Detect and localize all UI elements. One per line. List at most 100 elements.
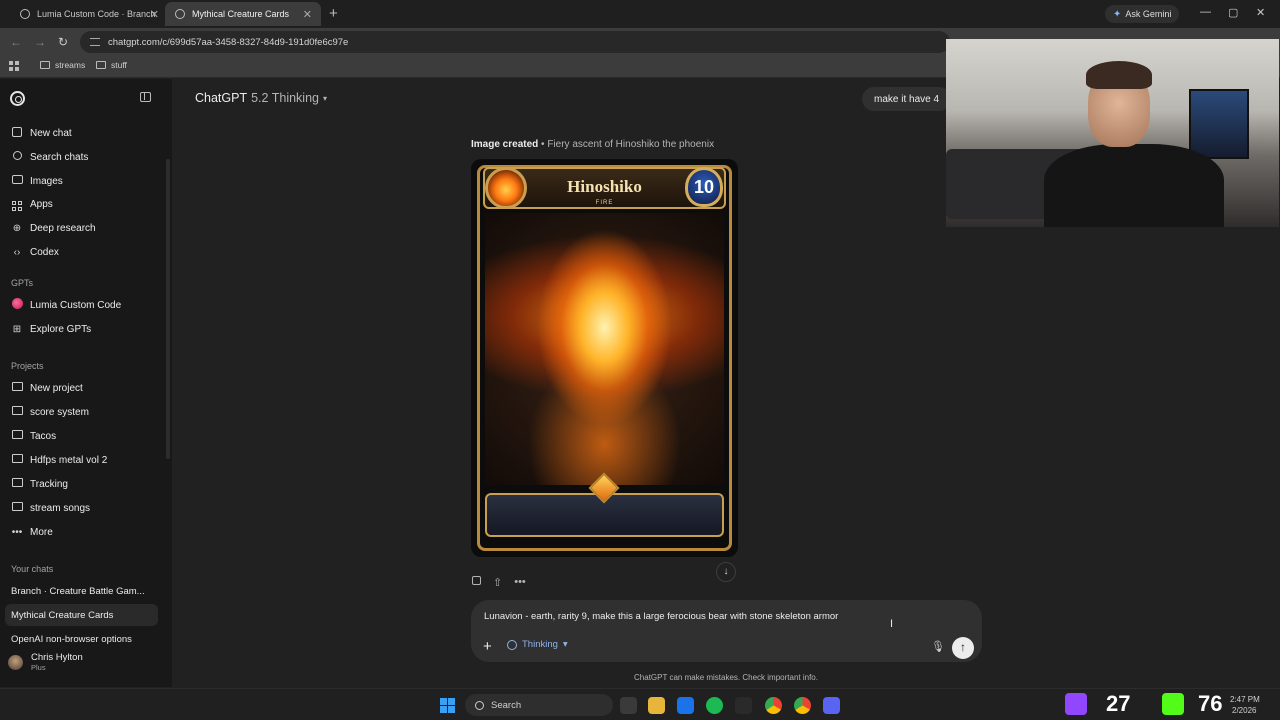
clock-time[interactable]: 2:47 PM [1230, 695, 1260, 704]
taskbar-search-label: Search [491, 699, 522, 711]
sidebar-item-new-chat[interactable]: New chat [5, 122, 165, 144]
sidebar: New chat Search chats Images Apps ⊕ Deep… [0, 79, 172, 687]
apps-grid-icon[interactable] [9, 61, 19, 71]
sidebar-item-label: More [30, 526, 53, 538]
avatar [8, 654, 23, 670]
calendar-app-icon[interactable] [677, 697, 694, 714]
close-window-icon[interactable]: ✕ [1256, 6, 1265, 19]
chrome-icon[interactable] [794, 697, 811, 714]
folder-icon [11, 478, 23, 487]
chatgpt-logo-icon[interactable] [10, 91, 25, 106]
kick-icon[interactable] [1162, 693, 1184, 715]
apps-icon [12, 201, 22, 211]
sidebar-item-label: Tacos [30, 430, 57, 442]
streamer-shirt [1044, 144, 1224, 227]
user-message-text: make it have 4 [874, 93, 940, 105]
user-account-button[interactable]: Chris Hylton Plus [8, 652, 83, 672]
text-cursor-icon: I [890, 618, 894, 630]
gemini-sparkle-icon: ✦ [1113, 8, 1122, 20]
more-options-icon[interactable]: ••• [514, 576, 526, 589]
sidebar-item-label: Search chats [30, 151, 89, 163]
sidebar-item-explore-gpts[interactable]: ⊞ Explore GPTs [5, 318, 165, 340]
sidebar-item-more[interactable]: ••• More [5, 521, 165, 543]
sidebar-item-deep-research[interactable]: ⊕ Deep research [5, 217, 165, 239]
sidebar-item-label: Lumia Custom Code [30, 299, 122, 311]
thinking-icon [507, 639, 517, 650]
composer-input[interactable]: Lunavion - earth, rarity 9, make this a … [484, 611, 838, 622]
sidebar-toggle-icon[interactable] [140, 92, 151, 102]
sidebar-item-lumia-custom-code[interactable]: Lumia Custom Code [5, 294, 165, 316]
back-icon[interactable]: ← [10, 35, 22, 49]
sidebar-item-label: Hdfps metal vol 2 [30, 454, 108, 466]
sidebar-item-project[interactable]: Tacos [5, 425, 165, 447]
model-name: ChatGPT [195, 91, 248, 105]
close-tab-icon[interactable]: ✕ [303, 8, 312, 21]
user-plan: Plus [31, 663, 46, 672]
close-tab-icon[interactable]: ✕ [150, 8, 159, 21]
add-attachment-icon[interactable]: + [483, 638, 492, 655]
disclaimer-text: ChatGPT can make mistakes. Check importa… [634, 673, 818, 682]
background-monitor [1189, 89, 1249, 159]
telescope-icon: ⊕ [12, 222, 22, 234]
user-message-bubble: make it have 4 [862, 87, 952, 111]
maximize-window-icon[interactable]: ▢ [1228, 6, 1238, 19]
send-button[interactable]: ↑ [952, 637, 974, 659]
site-info-icon[interactable] [90, 38, 100, 46]
ask-gemini-label: Ask Gemini [1125, 9, 1172, 19]
search-icon [475, 700, 484, 710]
new-tab-icon[interactable]: + [329, 5, 338, 22]
taskbar-search[interactable]: Search [465, 694, 613, 716]
sidebar-scrollbar[interactable] [166, 159, 170, 459]
share-icon[interactable]: ⇧ [493, 576, 502, 589]
windows-taskbar: Search 27 76 2:47 PM 2/2026 [0, 688, 1280, 720]
sidebar-item-project[interactable]: Hdfps metal vol 2 [5, 449, 165, 471]
sidebar-item-search-chats[interactable]: Search chats [5, 146, 165, 168]
message-composer[interactable]: Lunavion - earth, rarity 9, make this a … [471, 600, 982, 662]
bookmark-label: streams [55, 60, 86, 70]
sidebar-item-label: Apps [30, 198, 53, 210]
sidebar-item-project[interactable]: score system [5, 401, 165, 423]
sidebar-item-project[interactable]: stream songs [5, 497, 165, 519]
windows-start-icon[interactable] [440, 698, 455, 713]
browser-tab-lumia[interactable]: Lumia Custom Code · Branch ✕ [10, 2, 168, 26]
reload-icon[interactable]: ↻ [58, 35, 68, 49]
sidebar-item-project[interactable]: Tracking [5, 473, 165, 495]
bookmark-folder-streams[interactable]: streams [40, 60, 85, 70]
model-selector[interactable]: ChatGPT 5.2 Thinking ▾ [195, 91, 327, 105]
task-view-icon[interactable] [620, 697, 637, 714]
sidebar-item-images[interactable]: Images [5, 170, 165, 192]
ask-gemini-button[interactable]: ✦ Ask Gemini [1105, 5, 1180, 23]
clock-date[interactable]: 2/2026 [1232, 706, 1256, 715]
chat-history-item[interactable]: OpenAI non-browser options [5, 628, 158, 650]
microphone-icon[interactable]: 🎙 [931, 640, 945, 653]
copy-icon[interactable] [472, 576, 481, 585]
chevron-down-icon: ▾ [562, 639, 568, 650]
folder-icon [96, 61, 106, 69]
sidebar-item-new-project[interactable]: New project [5, 377, 165, 399]
spotify-icon[interactable] [706, 697, 723, 714]
chat-history-item-active[interactable]: Mythical Creature Cards [5, 604, 158, 626]
sidebar-item-label: Codex [30, 246, 59, 258]
forward-icon[interactable]: → [34, 35, 46, 49]
file-explorer-icon[interactable] [648, 697, 665, 714]
minimize-window-icon[interactable]: — [1200, 6, 1211, 18]
hud-fx-icon[interactable] [735, 697, 752, 714]
chrome-icon[interactable] [765, 697, 782, 714]
folder-icon [40, 61, 50, 69]
twitch-icon[interactable] [1065, 693, 1087, 715]
model-version: 5.2 Thinking [251, 91, 319, 105]
more-dots-icon: ••• [11, 526, 23, 538]
discord-icon[interactable] [823, 697, 840, 714]
thinking-mode-selector[interactable]: Thinking ▾ [507, 639, 568, 650]
bookmark-folder-stuff[interactable]: stuff [96, 60, 127, 70]
sidebar-item-apps[interactable]: Apps [5, 193, 165, 215]
folder-icon [11, 454, 23, 463]
sidebar-item-codex[interactable]: ‹› Codex [5, 241, 165, 263]
generated-image-creature-card[interactable]: Hinoshiko FIRE 10 [471, 159, 738, 557]
fire-element-icon [485, 167, 527, 209]
url-field[interactable]: chatgpt.com/c/699d57aa-3458-8327-84d9-19… [80, 31, 950, 53]
projects-heading: Projects [11, 361, 44, 371]
scroll-down-button[interactable]: ↓ [716, 562, 736, 582]
chat-history-item[interactable]: Branch · Creature Battle Gam... [5, 580, 158, 602]
browser-tab-mythical-creature-cards[interactable]: Mythical Creature Cards ✕ [165, 2, 321, 26]
